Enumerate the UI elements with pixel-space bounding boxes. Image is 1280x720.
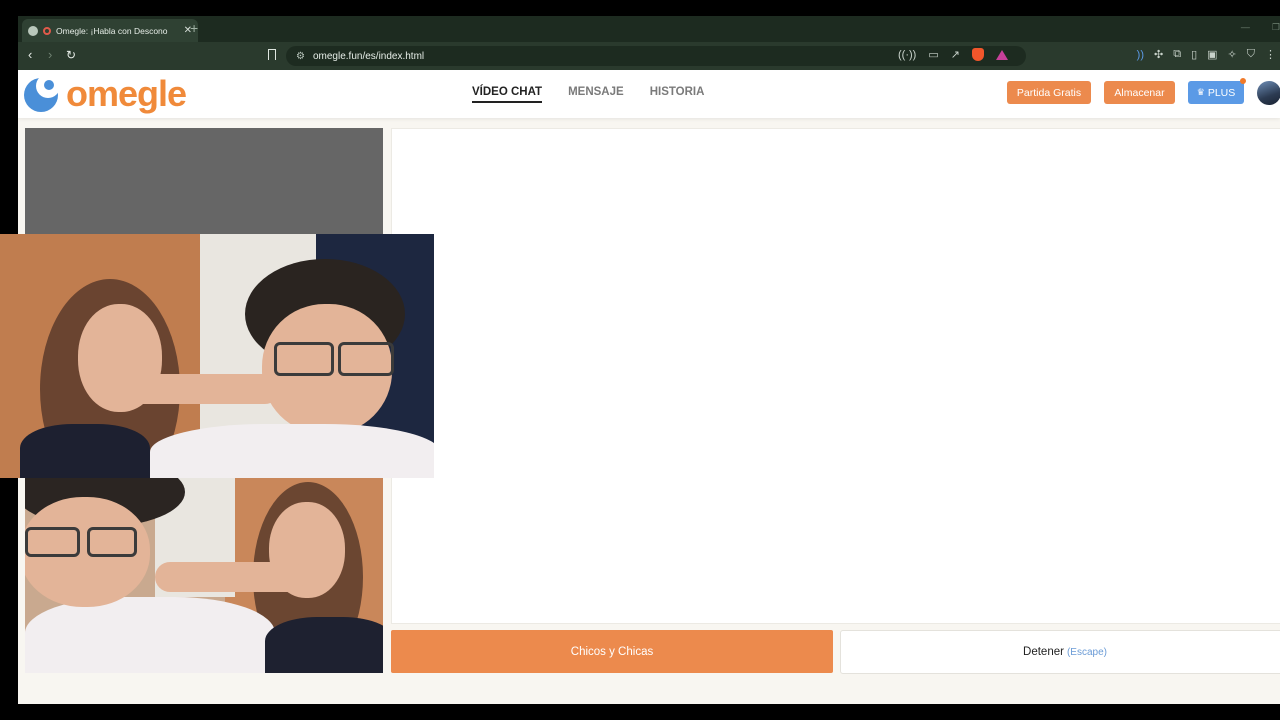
- browser-extensions: )) ✣ ⧉ ▯ ▣ ✧ ⛉ ⋮: [1137, 48, 1276, 61]
- forward-icon[interactable]: ›: [48, 48, 52, 62]
- share-icon[interactable]: ↗: [951, 48, 960, 61]
- main-nav: VÍDEO CHAT MENSAJE HISTORIA: [472, 86, 704, 103]
- address-bar-actions: ((·)) ▭ ↗: [898, 48, 1008, 61]
- bookmark-icon[interactable]: [268, 49, 276, 60]
- menu-icon[interactable]: ⋮: [1265, 48, 1276, 61]
- speech-icon[interactable]: )): [1137, 49, 1144, 61]
- partida-gratis-button[interactable]: Partida Gratis: [1007, 81, 1091, 104]
- logo-mark-icon: [24, 74, 64, 114]
- omegle-logo[interactable]: omegle: [24, 73, 187, 114]
- stop-button[interactable]: Detener (Escape): [840, 630, 1280, 674]
- tab-title: Omegle: ¡Habla con Descono: [56, 25, 168, 36]
- wallet-icon[interactable]: ▣: [1207, 48, 1217, 61]
- notification-dot: [1240, 78, 1246, 84]
- site-header: omegle VÍDEO CHAT MENSAJE HISTORIA Parti…: [18, 70, 1280, 118]
- stop-label: Detener: [1023, 646, 1064, 658]
- extensions-icon[interactable]: ✣: [1154, 48, 1163, 61]
- minimize-icon[interactable]: —: [1241, 22, 1250, 33]
- nav-historia[interactable]: HISTORIA: [650, 86, 705, 103]
- self-video: [25, 477, 383, 673]
- install-icon[interactable]: ▭: [928, 48, 938, 61]
- start-chat-button[interactable]: Chicos y Chicas: [391, 630, 833, 673]
- site-settings-icon[interactable]: ⚙: [296, 51, 305, 62]
- chat-log-panel: [391, 128, 1280, 624]
- brave-rewards-icon[interactable]: [995, 49, 1008, 60]
- escape-hint: (Escape): [1066, 646, 1107, 658]
- browser-toolbar: ‹ › ↻ ⚙ omegle.fun/es/index.html ((·)) ▭…: [18, 42, 1280, 70]
- site-favicon-icon: [28, 25, 38, 36]
- url-text: omegle.fun/es/index.html: [312, 50, 425, 62]
- recording-icon: [43, 26, 51, 35]
- sidebar-icon[interactable]: ▯: [1191, 48, 1197, 61]
- leo-icon[interactable]: ✧: [1228, 48, 1237, 61]
- back-icon[interactable]: ‹: [28, 48, 32, 62]
- user-avatar[interactable]: [1257, 81, 1280, 105]
- plus-label: PLUS: [1207, 86, 1236, 99]
- logo-text: omegle: [66, 73, 187, 114]
- new-tab-button[interactable]: +: [190, 20, 198, 36]
- nav-mensaje[interactable]: MENSAJE: [568, 86, 624, 103]
- browser-tab[interactable]: Omegle: ¡Habla con Descono ✕: [22, 19, 198, 42]
- restore-icon[interactable]: ❐: [1272, 22, 1280, 33]
- translate-icon[interactable]: ⧉: [1173, 48, 1181, 61]
- reload-icon[interactable]: ↻: [66, 48, 76, 62]
- stranger-video: [25, 128, 383, 238]
- screen: Omegle: ¡Habla con Descono ✕ + — ❐ ‹ › ↻…: [0, 0, 1280, 720]
- window-controls: — ❐: [1241, 22, 1280, 33]
- nav-video-chat[interactable]: VÍDEO CHAT: [472, 86, 543, 103]
- webcam-overlay: [0, 234, 434, 478]
- vpn-icon[interactable]: ⛉: [1247, 48, 1255, 61]
- brave-shields-icon[interactable]: [971, 48, 984, 61]
- cast-icon[interactable]: ((·)): [898, 49, 916, 61]
- crown-icon: ♛: [1196, 87, 1205, 97]
- browser-tabbar: Omegle: ¡Habla con Descono ✕ + — ❐: [18, 16, 1280, 42]
- almacenar-button[interactable]: Almacenar: [1104, 81, 1175, 104]
- plus-button[interactable]: ♛ PLUS: [1188, 81, 1244, 104]
